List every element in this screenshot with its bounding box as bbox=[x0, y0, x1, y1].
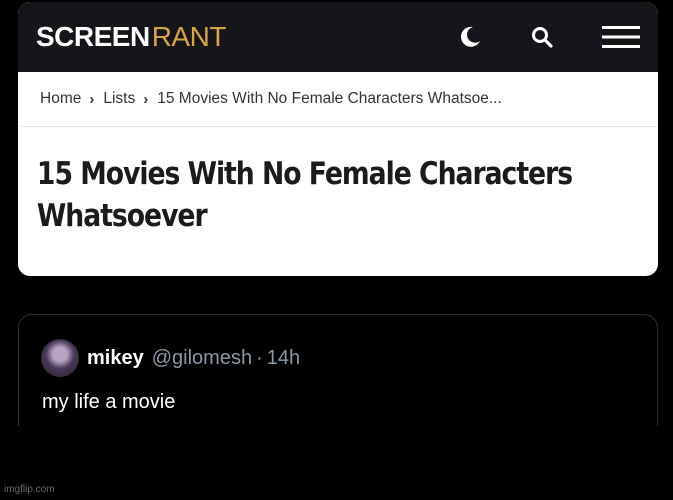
tweet-timestamp[interactable]: 14h bbox=[267, 347, 300, 370]
breadcrumb: Home › Lists › 15 Movies With No Female … bbox=[18, 72, 658, 127]
search-icon[interactable] bbox=[530, 25, 554, 49]
page-title-line2: Whatsoever bbox=[36, 198, 208, 234]
bottom-crop-overlay bbox=[0, 426, 673, 500]
site-logo[interactable]: SCREEN RANT bbox=[36, 21, 226, 53]
article-card: SCREEN RANT Home › Lists › 15 Movies Wit… bbox=[18, 2, 658, 276]
site-header: SCREEN RANT bbox=[18, 2, 658, 72]
tweet-meta-separator: · bbox=[256, 346, 263, 369]
watermark: imgflip.com bbox=[4, 484, 55, 495]
tweet-text: my life a movie bbox=[42, 391, 176, 413]
breadcrumb-current: 15 Movies With No Female Characters What… bbox=[157, 90, 502, 107]
breadcrumb-separator: › bbox=[89, 90, 95, 108]
logo-screen-text: SCREEN bbox=[36, 21, 150, 52]
breadcrumb-lists[interactable]: Lists bbox=[103, 90, 135, 108]
header-icons bbox=[458, 24, 640, 50]
moon-icon[interactable] bbox=[458, 25, 482, 49]
tweet-header: mikey @gilomesh · 14h bbox=[41, 339, 300, 377]
page-title-line1: 15 Movies With No Female Characters bbox=[36, 156, 573, 192]
tweet-author-name[interactable]: mikey bbox=[87, 347, 144, 370]
logo-rant-text: RANT bbox=[151, 21, 227, 52]
breadcrumb-home[interactable]: Home bbox=[40, 90, 81, 108]
page-title: 15 Movies With No Female Characters What… bbox=[18, 127, 658, 237]
avatar[interactable] bbox=[41, 339, 79, 377]
menu-icon[interactable] bbox=[602, 24, 640, 50]
breadcrumb-separator: › bbox=[143, 90, 149, 108]
tweet-author-handle[interactable]: @gilomesh bbox=[152, 347, 252, 370]
